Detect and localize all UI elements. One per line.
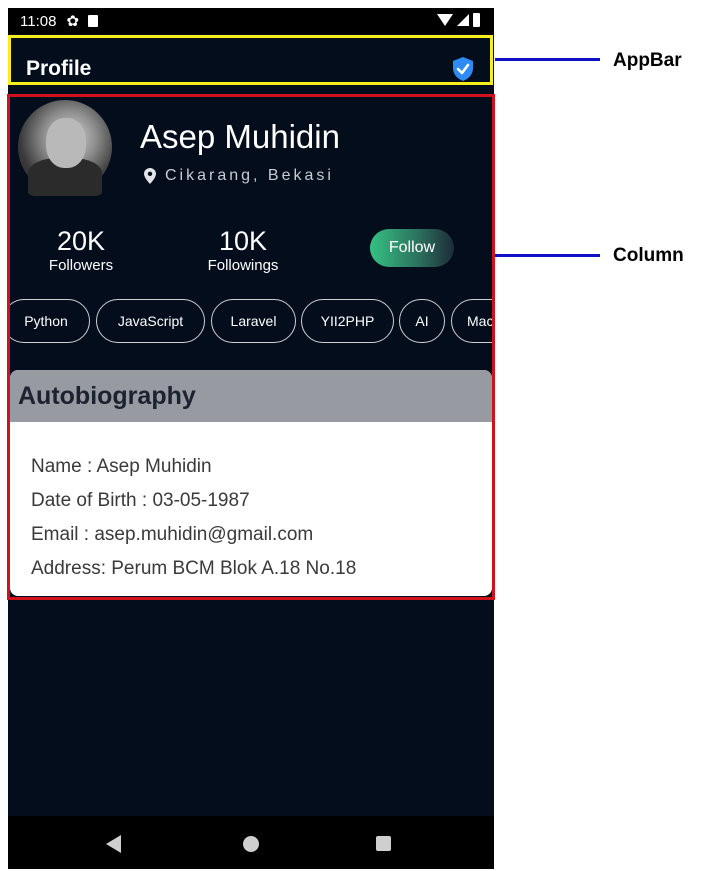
column-highlight-box xyxy=(7,94,495,600)
appbar-callout-line xyxy=(495,58,600,61)
recents-icon[interactable] xyxy=(376,836,391,851)
back-icon[interactable] xyxy=(106,835,121,853)
battery-icon xyxy=(473,13,480,27)
sd-card-icon xyxy=(88,15,99,27)
home-icon[interactable] xyxy=(243,836,259,852)
system-nav-bar xyxy=(8,816,494,869)
wifi-icon xyxy=(437,14,453,26)
settings-gear-icon: ✿ xyxy=(66,13,80,30)
column-callout-line xyxy=(495,254,600,257)
column-callout-label: Column xyxy=(613,245,684,266)
status-time: 11:08 xyxy=(20,12,57,30)
cell-signal-icon xyxy=(457,14,469,26)
appbar-callout-label: AppBar xyxy=(613,50,682,71)
appbar-highlight-box xyxy=(8,35,493,85)
status-bar: 11:08 ✿ xyxy=(8,8,494,34)
